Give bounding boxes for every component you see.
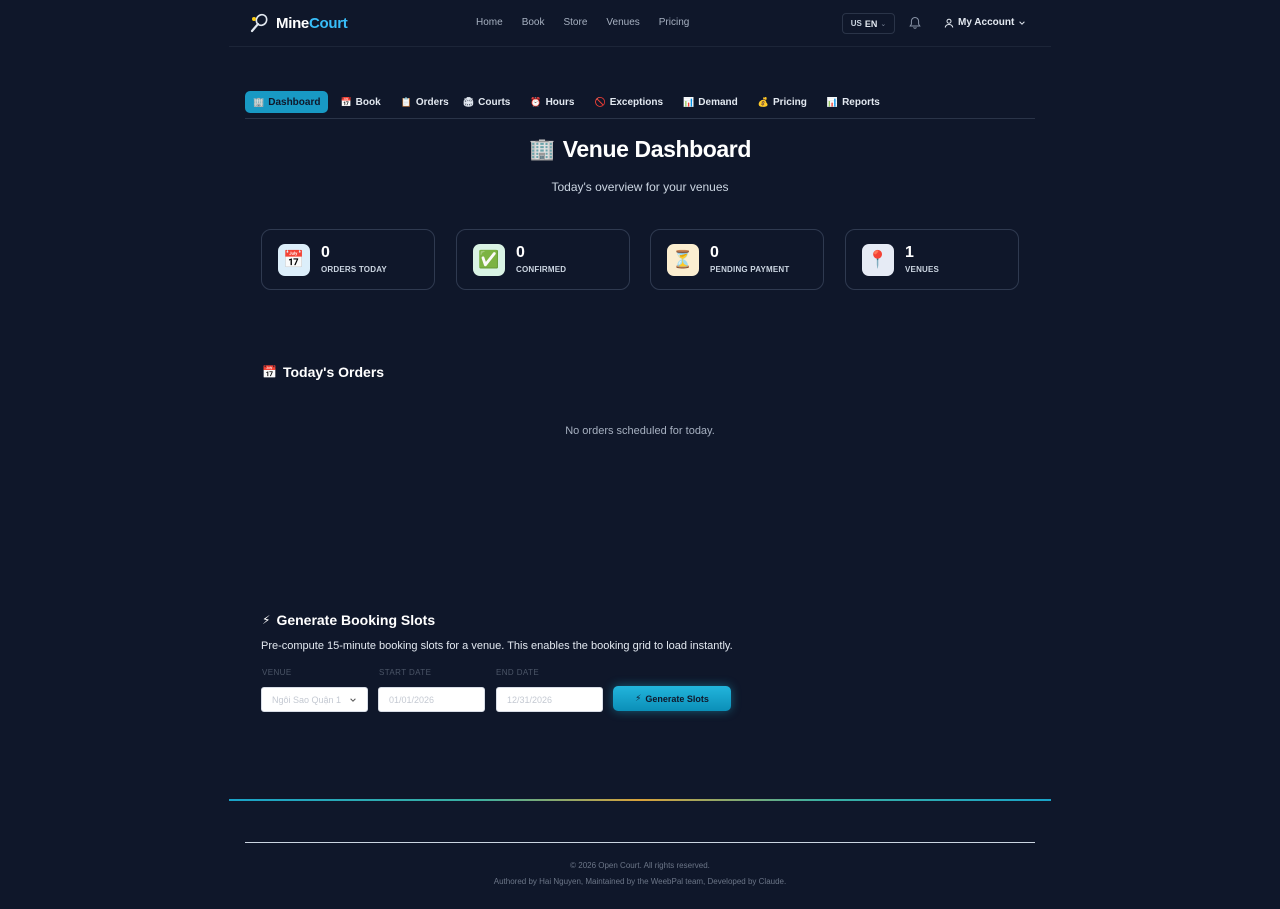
calendar-icon: 📅 (278, 244, 310, 276)
empty-orders-message: No orders scheduled for today. (565, 425, 715, 437)
start-date-value: 01/01/2026 (389, 694, 435, 705)
tab-demand[interactable]: 📊 Demand (675, 91, 746, 113)
account-label: My Account (958, 17, 1015, 28)
end-date-label: END DATE (496, 668, 540, 677)
calendar-icon: 📅 (340, 96, 352, 107)
stat-value: 1 (905, 244, 914, 261)
generate-slots-button[interactable]: ⚡ Generate Slots (613, 686, 731, 711)
stat-card-orders-today: 📅 0 ORDERS TODAY (261, 229, 435, 290)
page-title: 🏢 Venue Dashboard (528, 136, 752, 162)
stat-card-venues: 📍 1 VENUES (845, 229, 1019, 290)
footer-credit: Authored by Hai Nguyen, Maintained by th… (493, 877, 787, 886)
alarm-clock-icon: ⏰ (530, 96, 542, 107)
building-icon: 🏢 (253, 96, 265, 107)
venue-select[interactable]: Ngôi Sao Quận 1 (261, 687, 368, 712)
todays-orders-heading: 📅 Today's Orders (262, 364, 385, 380)
nav-pricing[interactable]: Pricing (659, 17, 690, 28)
stat-value: 0 (516, 244, 525, 261)
tab-exceptions[interactable]: 🚫 Exceptions (586, 91, 671, 113)
dashboard-tabs: 🏢 Dashboard 📅 Book 📋 Orders 🏟 Courts ⏰ Hours … (245, 91, 1035, 119)
account-menu[interactable]: My Account (944, 17, 1026, 28)
money-bag-icon: 💰 (757, 96, 769, 107)
stat-label: PENDING PAYMENT (710, 265, 790, 274)
logo-text: MineCourt (276, 14, 348, 32)
footer-divider (245, 842, 1035, 843)
venue-label: VENUE (262, 668, 292, 677)
main-nav: Home Book Store Venues Pricing (476, 17, 708, 28)
chevron-down-icon: ⌄ (880, 20, 887, 28)
end-date-input[interactable]: 12/31/2026 (496, 687, 603, 712)
generate-slots-heading: ⚡ Generate Booking Slots (262, 612, 436, 628)
site-header: MineCourt Home Book Store Venues Pricing… (229, 0, 1051, 47)
bell-icon[interactable] (908, 16, 922, 30)
gradient-divider (229, 799, 1051, 801)
lightning-icon: ⚡ (635, 693, 642, 703)
bar-chart-icon: 📊 (683, 96, 695, 107)
page: MineCourt Home Book Store Venues Pricing… (0, 0, 1280, 909)
check-mark-icon: ✅ (473, 244, 505, 276)
end-date-value: 12/31/2026 (507, 694, 553, 705)
generate-slots-description: Pre-compute 15-minute booking slots for … (261, 640, 733, 652)
racket-icon (250, 13, 268, 33)
footer-copyright: © 2026 Open Court. All rights reserved. (570, 861, 710, 870)
start-date-input[interactable]: 01/01/2026 (378, 687, 485, 712)
no-entry-icon: 🚫 (594, 96, 606, 107)
pin-icon: 📍 (862, 244, 894, 276)
stat-card-pending-payment: ⏳ 0 PENDING PAYMENT (650, 229, 824, 290)
clipboard-icon: 📋 (400, 96, 412, 107)
language-code: EN (864, 18, 878, 29)
chevron-down-icon (350, 697, 356, 702)
flag-icon: US (850, 19, 862, 28)
calendar-icon: 📅 (262, 365, 277, 379)
tab-book[interactable]: 📅 Book (332, 91, 388, 113)
nav-book[interactable]: Book (522, 17, 545, 28)
language-selector[interactable]: US EN ⌄ (842, 13, 895, 34)
hourglass-icon: ⏳ (667, 244, 699, 276)
start-date-label: START DATE (379, 668, 432, 677)
nav-store[interactable]: Store (563, 17, 587, 28)
page-subtitle: Today's overview for your venues (551, 180, 729, 194)
tab-hours[interactable]: ⏰ Hours (522, 91, 582, 113)
building-icon: 🏢 (528, 137, 555, 161)
stat-label: CONFIRMED (516, 265, 567, 274)
venue-select-value: Ngôi Sao Quận 1 (272, 694, 342, 705)
stat-label: ORDERS TODAY (321, 265, 387, 274)
stat-card-confirmed: ✅ 0 CONFIRMED (456, 229, 630, 290)
bar-chart-icon: 📊 (826, 96, 839, 107)
tab-reports[interactable]: 📊 Reports (819, 91, 888, 113)
stat-value: 0 (321, 244, 330, 261)
logo[interactable]: MineCourt (249, 13, 348, 33)
stat-value: 0 (710, 244, 719, 261)
tab-dashboard[interactable]: 🏢 Dashboard (245, 91, 329, 113)
nav-home[interactable]: Home (476, 17, 503, 28)
page-title-wrap: 🏢 Venue Dashboard (0, 136, 1280, 163)
stat-label: VENUES (905, 265, 940, 274)
nav-venues[interactable]: Venues (606, 17, 639, 28)
lightning-icon: ⚡ (262, 613, 271, 627)
user-icon (944, 18, 954, 28)
tab-pricing[interactable]: 💰 Pricing (750, 91, 815, 113)
tab-courts[interactable]: 🏟 Courts (461, 91, 519, 113)
tab-orders[interactable]: 📋 Orders (393, 91, 457, 113)
chevron-down-icon (1019, 20, 1026, 25)
stadium-icon: 🏟 (462, 96, 475, 107)
